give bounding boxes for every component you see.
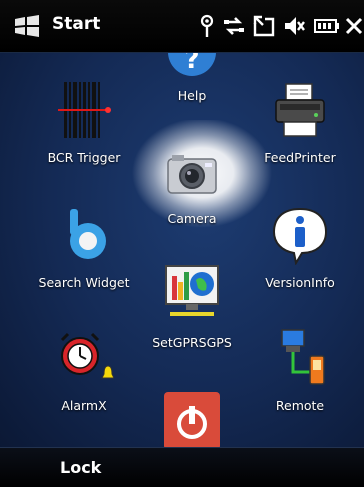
windows-flag-icon[interactable] bbox=[14, 14, 40, 38]
bing-icon bbox=[70, 209, 106, 259]
status-bar: Start bbox=[0, 0, 364, 53]
start-menu-label[interactable]: Start bbox=[52, 14, 100, 34]
tile-remote[interactable]: Remote bbox=[235, 328, 364, 418]
monitor-globe-icon bbox=[165, 265, 219, 316]
volume-muted-icon[interactable] bbox=[282, 14, 306, 38]
alarm-clock-icon bbox=[60, 332, 114, 379]
barcode-icon bbox=[58, 82, 111, 138]
antenna-icon[interactable] bbox=[196, 14, 218, 38]
sync-arrows-icon[interactable] bbox=[222, 14, 246, 38]
soft-key-bar: Lock bbox=[0, 447, 364, 487]
battery-icon[interactable] bbox=[314, 14, 340, 38]
remote-icon bbox=[281, 329, 325, 385]
camera-icon bbox=[167, 155, 217, 194]
info-icon bbox=[272, 207, 328, 265]
tile-label: Remote bbox=[275, 398, 325, 413]
lock-softkey[interactable]: Lock bbox=[60, 458, 101, 477]
connection-icon[interactable] bbox=[252, 14, 276, 38]
printer-icon bbox=[275, 83, 325, 137]
start-screen: Start ? Help BCR Trigger FeedPrinter Cam… bbox=[0, 0, 364, 487]
close-icon[interactable] bbox=[344, 14, 364, 38]
power-icon bbox=[164, 392, 220, 450]
